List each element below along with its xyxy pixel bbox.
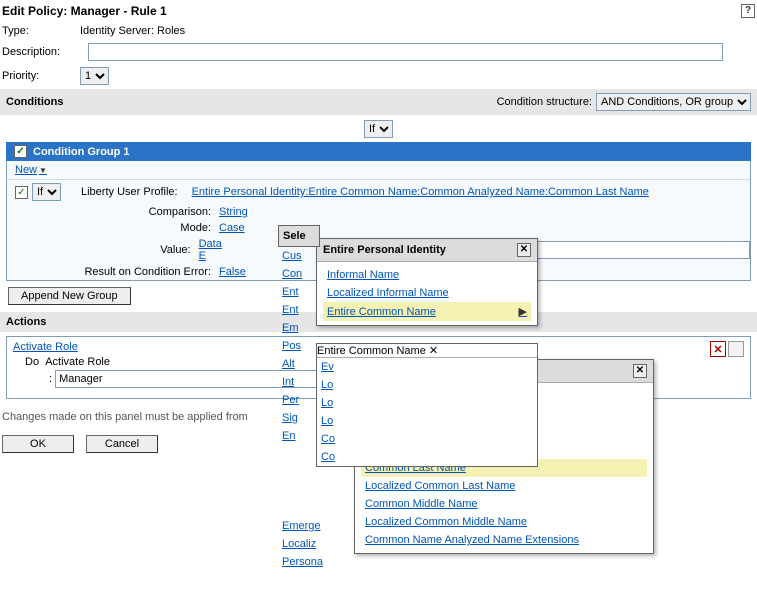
condition-structure-label: Condition structure: bbox=[497, 96, 592, 108]
condition-group-title: Condition Group 1 bbox=[33, 146, 130, 158]
menu-item-partial[interactable]: Lo bbox=[317, 376, 537, 394]
menu-item-partial[interactable]: En bbox=[278, 427, 320, 445]
menu-item-partial[interactable]: Persona bbox=[278, 553, 338, 571]
menu-item[interactable]: Localized Common Last Name bbox=[361, 477, 647, 495]
result-value[interactable]: False bbox=[219, 266, 246, 278]
profile-value-link[interactable]: Entire Personal Identity:Entire Common N… bbox=[192, 186, 649, 198]
menu-item-partial[interactable]: Sig bbox=[278, 409, 320, 427]
popup1-title: Sele bbox=[278, 225, 320, 247]
menu-item[interactable]: Informal Name bbox=[323, 266, 531, 284]
popup3-title: Entire Common Name bbox=[317, 345, 426, 357]
page-title-bar: Edit Policy: Manager - Rule 1 ? bbox=[0, 0, 757, 22]
priority-label: Priority: bbox=[2, 70, 80, 82]
if-bar: If bbox=[0, 116, 757, 142]
mode-label: Mode: bbox=[49, 222, 219, 234]
new-condition-link[interactable]: New ▼ bbox=[7, 161, 55, 179]
do-colon: : bbox=[49, 373, 52, 385]
description-input[interactable] bbox=[88, 43, 723, 61]
menu-item-partial[interactable]: Lo bbox=[317, 394, 537, 412]
menu-item-partial[interactable]: Localiz bbox=[278, 535, 338, 553]
value-value[interactable]: Data E bbox=[199, 238, 228, 262]
condition-if-select[interactable]: If bbox=[32, 183, 61, 201]
menu-item[interactable]: Entire Common Name▶ bbox=[323, 302, 531, 321]
submenu-arrow-icon: ▶ bbox=[519, 305, 527, 318]
comparison-value[interactable]: String bbox=[219, 206, 248, 218]
menu-item-partial[interactable]: Ent bbox=[278, 301, 320, 319]
if-select-top[interactable]: If bbox=[364, 120, 393, 138]
menu-item-partial[interactable]: Co bbox=[317, 430, 537, 448]
popup-entire-personal-identity: Entire Personal Identity ✕ Informal Name… bbox=[316, 238, 538, 326]
menu-item-partial[interactable]: Cus bbox=[278, 247, 320, 265]
menu-item-partial[interactable]: Per bbox=[278, 391, 320, 409]
menu-item-partial[interactable]: Emerge bbox=[278, 517, 338, 535]
condition-row: If Liberty User Profile: Entire Personal… bbox=[7, 179, 750, 204]
popup1-bottom-partial: EmergeLocalizPersona bbox=[278, 517, 338, 571]
page-title-text: Edit Policy: Manager - Rule 1 bbox=[2, 4, 167, 18]
menu-item-partial[interactable]: Ent bbox=[278, 283, 320, 301]
mode-value[interactable]: Case bbox=[219, 222, 245, 234]
condition-group-checkbox[interactable] bbox=[14, 145, 27, 158]
close-icon[interactable]: ✕ bbox=[633, 364, 647, 378]
menu-item-partial[interactable]: Alt bbox=[278, 355, 320, 373]
menu-item-partial[interactable]: Int bbox=[278, 373, 320, 391]
do-action-text: Activate Role bbox=[45, 356, 110, 368]
condition-group-header: Condition Group 1 bbox=[6, 142, 751, 161]
conditions-heading: Conditions bbox=[6, 96, 63, 108]
popup-entire-common-name-partial: Entire Common Name ✕ EvLoLoLoCoCo bbox=[316, 343, 538, 467]
close-icon[interactable]: ✕ bbox=[517, 243, 531, 257]
result-label: Result on Condition Error: bbox=[49, 266, 219, 278]
delete-action-icon[interactable]: ✕ bbox=[710, 341, 726, 357]
popup-select-profile-partial: Sele CusConEntEntEmPosAltIntPerSigEn bbox=[278, 225, 320, 445]
condition-row-checkbox[interactable] bbox=[15, 186, 28, 199]
description-label: Description: bbox=[2, 46, 88, 58]
description-row: Description: bbox=[0, 40, 757, 64]
activate-role-link[interactable]: Activate Role bbox=[13, 341, 78, 353]
condition-structure-select[interactable]: AND Conditions, OR group bbox=[596, 93, 751, 111]
priority-row: Priority: 1 bbox=[0, 64, 757, 88]
menu-item[interactable]: Common Name Analyzed Name Extensions bbox=[361, 531, 647, 549]
menu-item-partial[interactable]: Lo bbox=[317, 412, 537, 430]
close-icon[interactable]: ✕ bbox=[429, 345, 438, 357]
menu-item-partial[interactable]: Co bbox=[317, 448, 537, 466]
cancel-button[interactable]: Cancel bbox=[86, 435, 158, 453]
type-row: Type: Identity Server: Roles bbox=[0, 22, 757, 40]
menu-item-partial[interactable]: Pos bbox=[278, 337, 320, 355]
popup2-title: Entire Personal Identity bbox=[323, 244, 446, 256]
conditions-header: Conditions Condition structure: AND Cond… bbox=[0, 88, 757, 116]
menu-item-partial[interactable]: Con bbox=[278, 265, 320, 283]
actions-heading: Actions bbox=[6, 316, 46, 328]
menu-item[interactable]: Localized Common Middle Name bbox=[361, 513, 647, 531]
menu-item-partial[interactable]: Em bbox=[278, 319, 320, 337]
comparison-label: Comparison: bbox=[49, 206, 219, 218]
value-label: Value: bbox=[49, 244, 199, 256]
type-label: Type: bbox=[2, 25, 80, 37]
ok-button[interactable]: OK bbox=[2, 435, 74, 453]
dropdown-arrow-icon: ▼ bbox=[39, 166, 47, 175]
priority-select[interactable]: 1 bbox=[80, 67, 109, 85]
do-label: Do bbox=[25, 356, 39, 368]
menu-item[interactable]: Common Middle Name bbox=[361, 495, 647, 513]
menu-item[interactable]: Localized Informal Name bbox=[323, 284, 531, 302]
help-icon[interactable]: ? bbox=[741, 4, 755, 18]
type-value: Identity Server: Roles bbox=[80, 25, 185, 37]
copy-action-icon[interactable] bbox=[728, 341, 744, 357]
menu-item-partial[interactable]: Ev bbox=[317, 358, 537, 376]
append-new-group-button[interactable]: Append New Group bbox=[8, 287, 131, 305]
profile-label: Liberty User Profile: bbox=[81, 186, 178, 198]
